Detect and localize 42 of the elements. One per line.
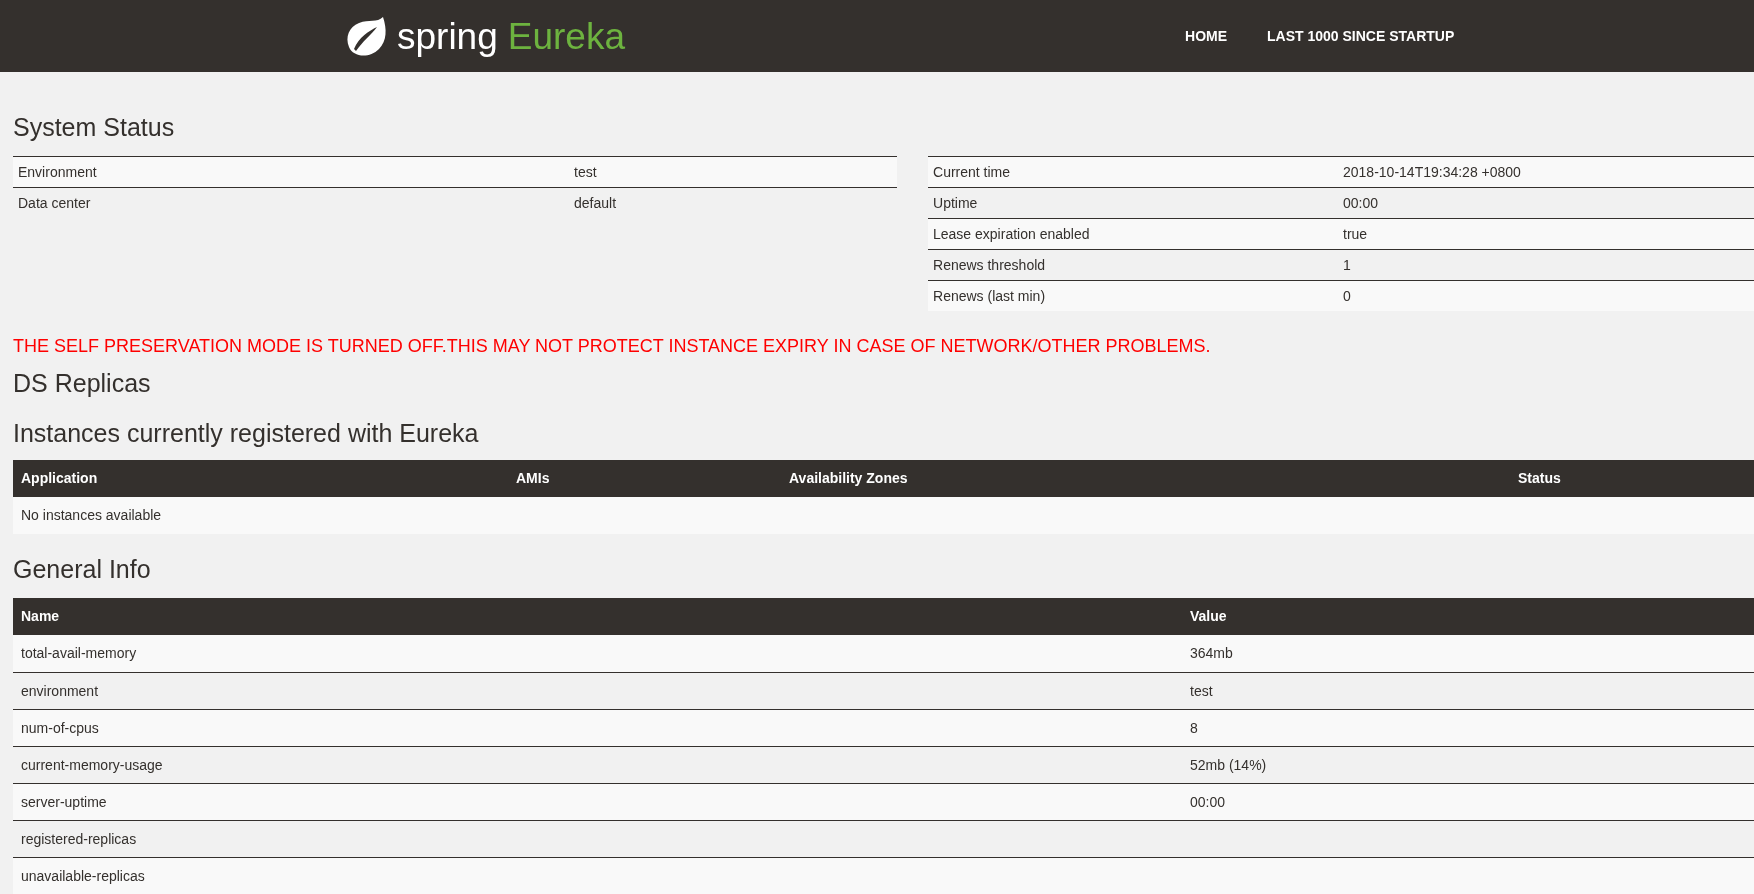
warning-message: THE SELF PRESERVATION MODE IS TURNED OFF.THIS MAY NOT PROTECT INSTANCE EXPIRY IN CASE OF NETWORK/OTHER PROBLEMS. <box>13 335 1212 358</box>
nav-link[interactable]: HOME <box>1185 25 1227 47</box>
table-cell-text: test <box>574 162 597 182</box>
table-cell-text: 00:00 <box>1343 193 1379 213</box>
table-cell-text: 364mb <box>1190 644 1233 663</box>
table-cell-text: Current time <box>932 162 1012 182</box>
table-cell-text: 8 <box>1190 718 1198 738</box>
table-cell-text: 52mb (14%) <box>1190 755 1267 775</box>
table-cell-text: current-memory-usage <box>20 755 164 775</box>
table-cell-text: true <box>1343 224 1368 244</box>
column-header: AMIs <box>516 469 551 488</box>
table-cell-text: Lease expiration enabled <box>932 224 1091 244</box>
table-cell-text: default <box>574 193 617 213</box>
table-cell-text: test <box>1190 681 1213 701</box>
table-cell-text: Uptime <box>932 193 979 213</box>
table-cell-text: server-uptime <box>20 792 108 812</box>
table-cell-text: 1 <box>1343 255 1351 275</box>
nav-link[interactable]: LAST 1000 SINCE STARTUP <box>1267 25 1455 47</box>
table-cell-text: Renews threshold <box>932 255 1047 275</box>
section-heading: Instances currently registered with Eureka <box>13 418 480 448</box>
section-heading: System Status <box>13 112 176 142</box>
logo-text: spring <box>397 17 498 55</box>
table-cell-text: No instances available <box>20 506 162 525</box>
table-cell-text: 00:00 <box>1190 792 1226 812</box>
table-cell-text: environment <box>20 681 100 701</box>
column-header: Application <box>20 469 99 488</box>
table-cell-text: total-avail-memory <box>20 644 138 663</box>
section-heading: DS Replicas <box>13 368 152 398</box>
table-cell-text: unavailable-replicas <box>20 866 146 886</box>
section-heading: General Info <box>13 554 152 584</box>
column-header: Status <box>1518 469 1561 488</box>
table-cell-text: Data center <box>17 193 92 213</box>
table-cell-text: registered-replicas <box>20 829 138 849</box>
table-cell-text: 0 <box>1343 286 1351 306</box>
column-header: Name <box>20 607 61 626</box>
column-header: Value <box>1190 607 1227 626</box>
table-cell-text: 2018-10-14T19:34:28 +0800 <box>1343 162 1521 182</box>
table-cell-text: Renews (last min) <box>932 286 1047 306</box>
logo-product-text: Eureka <box>507 17 625 55</box>
column-header: Availability Zones <box>789 469 909 488</box>
table-cell-text: num-of-cpus <box>20 718 100 738</box>
table-cell-text: Environment <box>17 162 98 182</box>
